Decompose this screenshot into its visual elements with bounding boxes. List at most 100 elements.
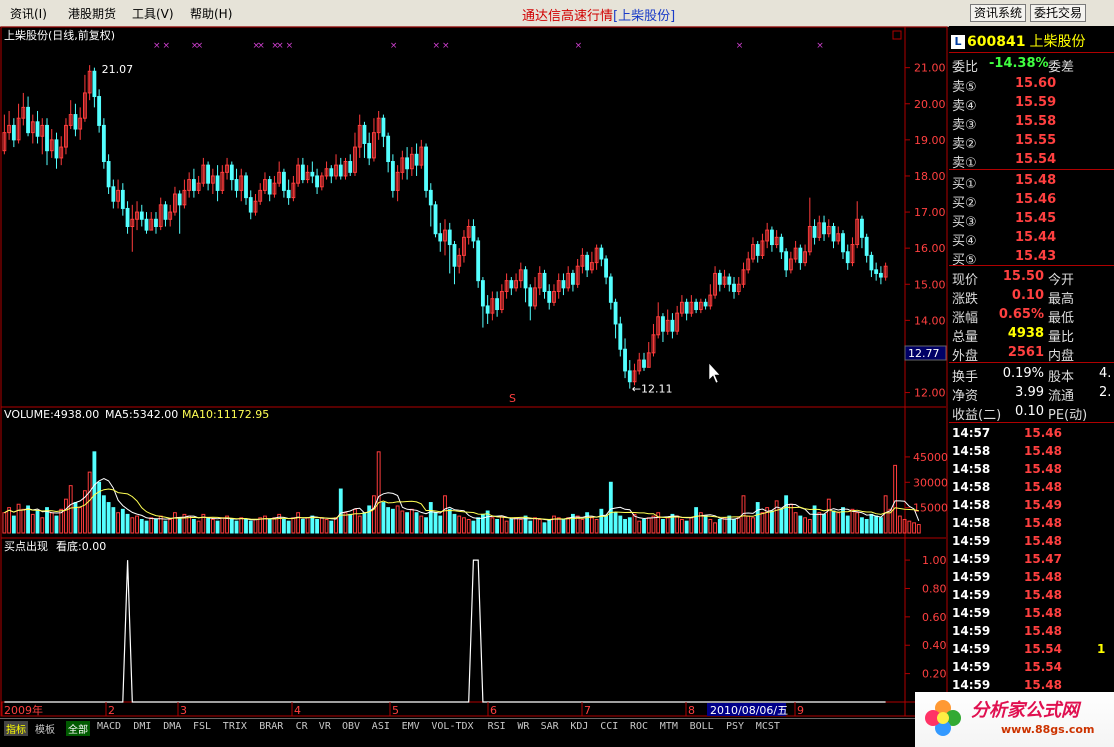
volume-bar <box>807 518 812 534</box>
stat-label-2: 量比 <box>1048 330 1075 345</box>
tick-price: 15.48 <box>1024 480 1062 494</box>
indicator-tab[interactable]: 指标 <box>4 721 28 736</box>
indicator-tab[interactable]: BRAR <box>259 721 283 732</box>
indicator-tab[interactable]: CR <box>296 721 308 732</box>
candle <box>362 124 367 144</box>
candle <box>452 244 457 267</box>
volume-bar <box>774 500 779 534</box>
volume-bar <box>187 515 192 534</box>
candle <box>54 139 59 159</box>
candle <box>779 236 784 253</box>
volume-bar <box>860 517 864 534</box>
indicator-tab[interactable]: FSL <box>193 721 211 732</box>
indicator-tab[interactable]: VR <box>319 721 331 732</box>
volume-bar <box>234 520 239 534</box>
tick-time: 14:59 <box>952 570 991 584</box>
indicator-tab[interactable]: WR <box>517 721 529 732</box>
menu-help[interactable]: 帮助(H) <box>190 5 232 22</box>
trade-button[interactable]: 委托交易 <box>1030 4 1087 22</box>
menu-info[interactable]: 资讯(I) <box>10 5 47 22</box>
candle <box>206 164 211 184</box>
indicator-tab[interactable]: DMA <box>163 721 181 732</box>
low-price-label: ←12.11 <box>632 383 673 396</box>
indicator-tab[interactable]: ROC <box>630 721 648 732</box>
indicator-tab[interactable]: TRIX <box>223 721 247 732</box>
candle <box>106 161 111 188</box>
volume-bar <box>812 505 817 534</box>
indicator-tab[interactable]: PSY <box>726 721 744 732</box>
ask-price: 15.54 <box>1015 152 1057 167</box>
tick-row: 14:58 15.48 <box>949 444 1114 462</box>
tick-time: 14:58 <box>952 480 991 494</box>
tick-time: 14:59 <box>952 534 991 548</box>
volume-bar <box>646 517 651 534</box>
cursor-date-label: 2010/08/06/五 <box>710 704 788 717</box>
volume-bar <box>409 508 414 534</box>
volume-bar <box>893 464 898 534</box>
candle <box>386 135 391 163</box>
volume-bar <box>499 515 504 534</box>
volume-bar <box>11 515 16 534</box>
candle <box>11 124 16 141</box>
indicator-tab[interactable]: MCST <box>756 721 780 732</box>
candle <box>329 168 334 177</box>
volume-bar <box>836 512 841 534</box>
volume-bar <box>537 518 542 534</box>
volume-bar <box>168 518 173 534</box>
info-system-button[interactable]: 资讯系统 <box>970 4 1027 22</box>
indicator-tab[interactable]: MACD <box>97 721 121 732</box>
indicator-tab[interactable]: OBV <box>342 721 360 732</box>
candle <box>528 287 533 307</box>
indicator-tab[interactable]: CCI <box>600 721 618 732</box>
volume-bar <box>793 512 798 534</box>
bid-label: 买③ <box>952 215 977 230</box>
volume-bar <box>376 451 381 534</box>
menu-tools[interactable]: 工具(V) <box>132 5 174 22</box>
menu-hk-futures[interactable]: 港股期货 <box>68 5 116 22</box>
indicator-tab[interactable]: RSI <box>488 721 506 732</box>
event-marker-icon: × <box>196 41 204 51</box>
tick-price: 15.48 <box>1024 624 1062 638</box>
y-tick-label: 16.00 <box>914 242 946 255</box>
stock-code: 600841 <box>967 34 1026 50</box>
volume-bar <box>722 517 727 534</box>
tick-row: 14:59 15.54 1 <box>949 642 1114 660</box>
candle <box>338 164 343 177</box>
indicator-tab[interactable]: VOL-TDX <box>431 721 473 732</box>
indicator-tab[interactable]: BOLL <box>690 721 714 732</box>
candle <box>684 301 689 314</box>
indicator-tab[interactable]: ASI <box>372 721 390 732</box>
stat-row: 外盘 2561 内盘 <box>949 345 1114 364</box>
indicator-tab[interactable]: 全部 <box>66 721 90 736</box>
indicator-tab[interactable]: EMV <box>402 721 420 732</box>
indicator-tab[interactable]: SAR <box>541 721 559 732</box>
volume-bar <box>566 517 571 534</box>
tick-row: 14:59 15.48 <box>949 678 1114 693</box>
volume-bar <box>210 518 215 534</box>
candle <box>798 247 803 264</box>
volume-bar <box>244 518 248 534</box>
volume-bar <box>405 512 410 534</box>
volume-bar <box>594 518 599 534</box>
candle <box>310 171 315 177</box>
indicator-tab[interactable]: KDJ <box>570 721 588 732</box>
indicator-tab[interactable]: MTM <box>660 721 678 732</box>
candle <box>670 319 675 332</box>
stat-label-2: 最高 <box>1048 292 1075 307</box>
candle <box>315 175 319 188</box>
candle <box>267 179 272 195</box>
ask-price: 15.60 <box>1015 76 1057 91</box>
kline-chart-area[interactable]: 21.0020.0019.0018.0017.0016.0015.0014.00… <box>0 26 949 718</box>
volume-bar <box>490 517 495 534</box>
candle <box>438 233 443 242</box>
sell-marker: S <box>509 392 516 405</box>
tick-row: 14:57 15.46 <box>949 426 1114 444</box>
volume-bar <box>116 512 121 534</box>
indicator-tab[interactable]: DMI <box>133 721 151 732</box>
tick-price: 15.47 <box>1024 552 1062 566</box>
volume-bar <box>229 518 234 534</box>
candle <box>509 280 514 289</box>
volume-bar <box>874 515 879 534</box>
tick-row: 14:59 15.48 <box>949 606 1114 624</box>
indicator-tab[interactable]: 模板 <box>35 721 55 736</box>
